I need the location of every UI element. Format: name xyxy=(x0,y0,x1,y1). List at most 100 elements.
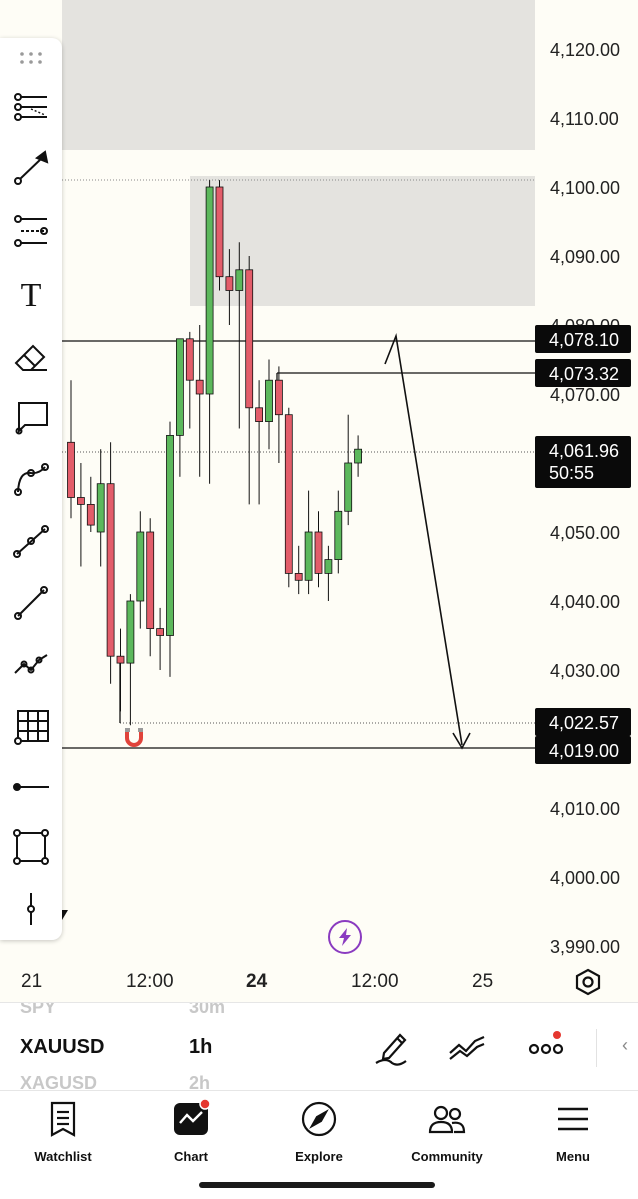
nav-label: Watchlist xyxy=(34,1149,92,1164)
candle-up xyxy=(235,269,244,291)
svg-text:4,019.00: 4,019.00 xyxy=(549,741,619,761)
candle-down xyxy=(274,379,283,416)
candle-up xyxy=(166,434,174,636)
projection-path[interactable] xyxy=(384,332,463,746)
nav-watchlist[interactable]: Watchlist xyxy=(8,1099,118,1179)
community-icon xyxy=(428,1105,466,1134)
candle-up xyxy=(175,338,184,436)
candle-up xyxy=(344,462,353,512)
price-tick: 4,120.00 xyxy=(550,40,620,60)
candle-up xyxy=(324,559,333,574)
nav-menu[interactable]: Menu xyxy=(518,1099,628,1179)
price-tick: 4,040.00 xyxy=(550,592,620,612)
text-tool[interactable]: T xyxy=(6,268,56,318)
eraser-tool[interactable] xyxy=(6,330,56,380)
trend-arrow-icon xyxy=(14,150,49,185)
collapse-arrow-icon[interactable]: ‹ xyxy=(622,1035,628,1056)
symbol-selector[interactable]: XAUUSD xyxy=(20,1036,104,1059)
chart-settings-icon[interactable] xyxy=(572,966,604,998)
callout-icon xyxy=(15,402,48,435)
time-tick: 21 xyxy=(21,971,42,992)
path-tool[interactable] xyxy=(6,516,56,566)
magnet-icon[interactable] xyxy=(125,728,143,747)
candle-down xyxy=(225,276,234,291)
indicators-icon[interactable] xyxy=(447,1027,487,1067)
candle-up xyxy=(205,186,214,395)
vertical-line-tool[interactable] xyxy=(6,884,56,934)
fib-retracement-tool[interactable] xyxy=(6,206,56,256)
candle-down xyxy=(195,379,204,395)
quick-trade-button[interactable] xyxy=(328,920,362,954)
prev-symbol[interactable]: SPY xyxy=(20,1003,56,1018)
price-tick: 4,110.00 xyxy=(550,109,619,129)
price-chart[interactable]: 4,120.00 4,110.00 4,100.00 4,090.00 4,08… xyxy=(0,0,638,1000)
prev-interval[interactable]: 30m xyxy=(189,1003,225,1018)
candle-down xyxy=(215,186,224,278)
drawing-toolbar: T xyxy=(0,38,62,940)
horizontal-lines-icon xyxy=(14,93,47,121)
candle-down xyxy=(314,531,323,574)
callout-tool[interactable] xyxy=(6,392,56,442)
candle-up xyxy=(265,379,273,423)
polyline-tool[interactable] xyxy=(6,640,56,690)
candle-up xyxy=(96,483,105,533)
vertical-line-icon xyxy=(27,893,35,925)
candle-up xyxy=(354,448,363,464)
next-interval[interactable]: 2h xyxy=(189,1073,210,1090)
time-tick: 12:00 xyxy=(351,971,399,992)
price-tag-4019: 4,019.00 xyxy=(535,736,631,764)
chart-canvas[interactable]: 4,120.00 4,110.00 4,100.00 4,090.00 4,08… xyxy=(0,0,638,1000)
price-tick: 4,070.00 xyxy=(550,385,620,405)
candle-up xyxy=(304,531,313,581)
horizontal-lines-tool[interactable] xyxy=(6,82,56,132)
home-indicator xyxy=(199,1182,435,1188)
nav-community[interactable]: Community xyxy=(392,1099,502,1179)
candle-down xyxy=(146,531,155,629)
rectangle-icon xyxy=(13,829,49,865)
nav-chart[interactable]: Chart xyxy=(136,1099,246,1179)
time-tick: 12:00 xyxy=(126,971,174,992)
svg-text:4,022.57: 4,022.57 xyxy=(549,713,619,733)
trading-app-screen: 4,120.00 4,110.00 4,100.00 4,090.00 4,08… xyxy=(0,0,638,1199)
candle-down xyxy=(67,441,75,498)
grid-tool[interactable] xyxy=(6,702,56,752)
price-tag-4022: 4,022.57 xyxy=(535,708,631,736)
interval-selector[interactable]: 1h xyxy=(189,1036,212,1059)
grip-icon[interactable] xyxy=(16,48,46,68)
horizontal-ray-icon xyxy=(13,783,49,791)
curve-tool[interactable] xyxy=(6,454,56,504)
price-tick: 4,000.00 xyxy=(550,868,620,888)
scroll-left-marker xyxy=(62,910,68,920)
time-tick: 25 xyxy=(472,971,493,992)
price-tag-4078: 4,078.10 xyxy=(535,325,631,353)
bar-divider xyxy=(596,1029,597,1067)
price-tick: 4,090.00 xyxy=(550,247,620,267)
price-tick: 4,030.00 xyxy=(550,661,620,681)
lightning-icon xyxy=(339,928,351,946)
price-tick: 4,100.00 xyxy=(550,178,620,198)
time-tick: 24 xyxy=(246,971,268,992)
current-price-tag: 4,061.96 50:55 xyxy=(535,436,631,488)
eraser-icon xyxy=(14,344,47,371)
horizontal-ray-tool[interactable] xyxy=(6,762,56,812)
candle-down xyxy=(77,497,85,505)
candle-up xyxy=(334,510,343,560)
nav-label: Community xyxy=(411,1149,483,1164)
more-options-icon[interactable] xyxy=(527,1027,567,1067)
trend-arrow-tool[interactable] xyxy=(6,143,56,193)
polyline-icon xyxy=(14,654,48,674)
pencil-draw-icon[interactable] xyxy=(372,1027,412,1067)
svg-text:T: T xyxy=(21,277,42,313)
svg-text:4,073.32: 4,073.32 xyxy=(549,364,619,384)
candle-down xyxy=(116,655,125,664)
line-icon xyxy=(14,586,48,620)
chart-icon xyxy=(174,1099,211,1135)
fib-retracement-icon xyxy=(14,215,48,247)
candle-down xyxy=(156,628,165,636)
line-tool[interactable] xyxy=(6,578,56,628)
next-symbol[interactable]: XAGUSD xyxy=(20,1073,97,1090)
rectangle-tool[interactable] xyxy=(6,822,56,872)
nav-explore[interactable]: Explore xyxy=(264,1099,374,1179)
price-tick: 4,050.00 xyxy=(550,523,620,543)
watchlist-icon xyxy=(50,1101,76,1137)
